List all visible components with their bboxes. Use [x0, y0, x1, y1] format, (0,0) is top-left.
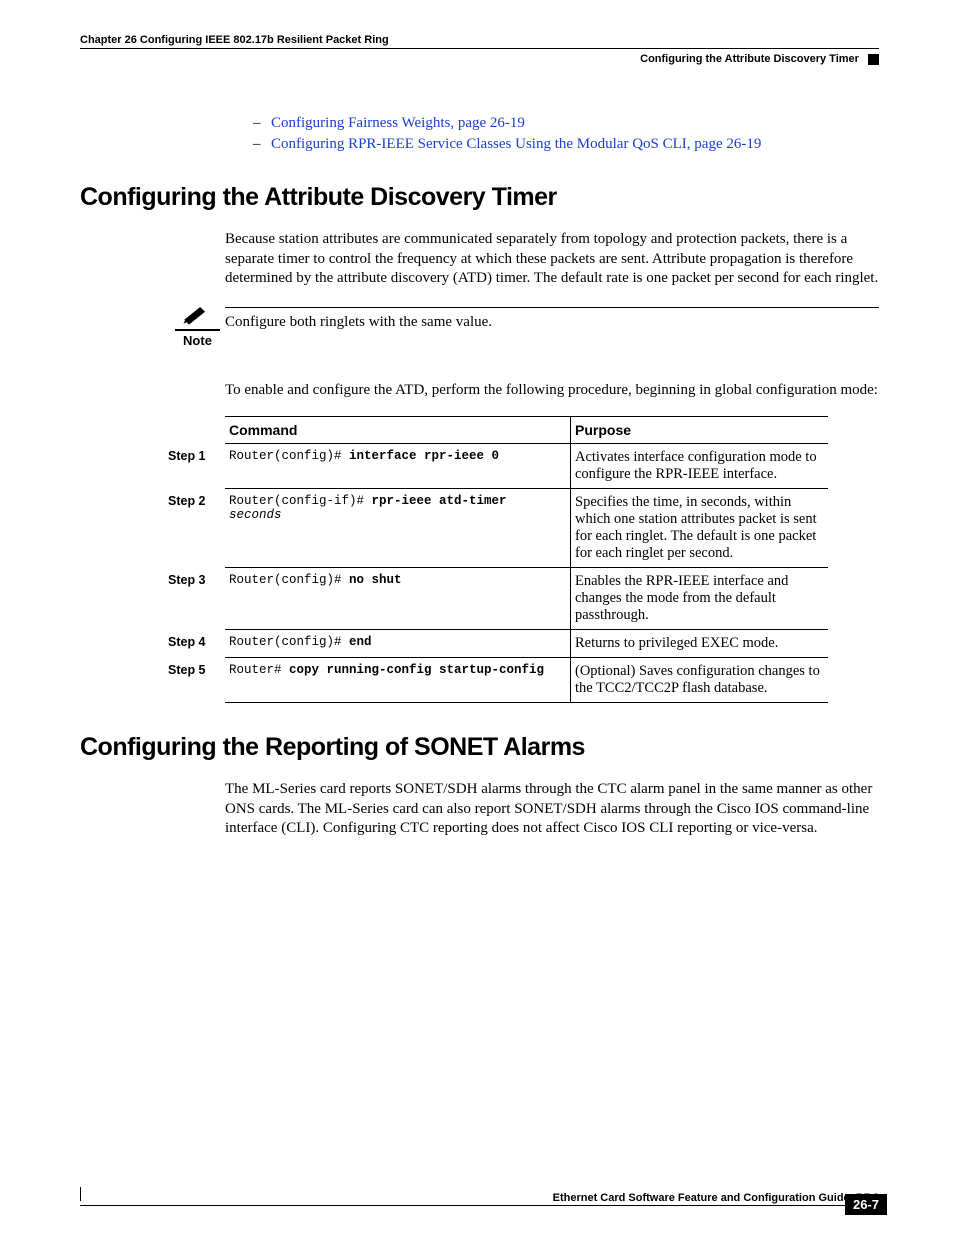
command-cell: Router(config-if)# rpr-ieee atd-timer se…	[225, 489, 571, 568]
command-table: Command Purpose Step 1Router(config)# in…	[168, 416, 828, 703]
purpose-cell: Specifies the time, in seconds, within w…	[571, 489, 829, 568]
cross-reference-item: Configuring Fairness Weights, page 26-19	[225, 115, 879, 132]
step-label: Step 3	[168, 568, 225, 630]
cross-reference-link[interactable]: Configuring Fairness Weights, page 26-19	[271, 115, 525, 131]
step-label: Step 5	[168, 658, 225, 703]
cross-reference-link[interactable]: Configuring RPR-IEEE Service Classes Usi…	[271, 136, 761, 152]
section1-para2: To enable and configure the ATD, perform…	[225, 381, 879, 401]
purpose-cell: (Optional) Saves configuration changes t…	[571, 658, 829, 703]
section1-para1: Because station attributes are communica…	[225, 230, 879, 289]
table-row: Step 4Router(config)# endReturns to priv…	[168, 630, 828, 658]
note-pencil-icon	[181, 307, 215, 329]
command-cell: Router(config)# no shut	[225, 568, 571, 630]
purpose-cell: Enables the RPR-IEEE interface and chang…	[571, 568, 829, 630]
note-label: Note	[175, 333, 220, 348]
section2-para1: The ML-Series card reports SONET/SDH ala…	[225, 780, 879, 839]
section-heading-sonet: Configuring the Reporting of SONET Alarm…	[80, 733, 879, 762]
cross-reference-item: Configuring RPR-IEEE Service Classes Usi…	[225, 136, 879, 153]
step-label: Step 1	[168, 444, 225, 489]
step-label: Step 2	[168, 489, 225, 568]
table-header-purpose: Purpose	[571, 417, 829, 444]
command-cell: Router(config)# interface rpr-ieee 0	[225, 444, 571, 489]
command-cell: Router# copy running-config startup-conf…	[225, 658, 571, 703]
header-rule	[80, 48, 879, 49]
header-block-icon	[868, 54, 879, 65]
purpose-cell: Returns to privileged EXEC mode.	[571, 630, 829, 658]
table-row: Step 2Router(config-if)# rpr-ieee atd-ti…	[168, 489, 828, 568]
table-row: Step 1Router(config)# interface rpr-ieee…	[168, 444, 828, 489]
cross-reference-list: Configuring Fairness Weights, page 26-19…	[225, 115, 879, 153]
step-label: Step 4	[168, 630, 225, 658]
note-text: Configure both ringlets with the same va…	[225, 307, 879, 331]
running-header-section: Configuring the Attribute Discovery Time…	[80, 53, 879, 65]
section-heading-atd: Configuring the Attribute Discovery Time…	[80, 183, 879, 212]
footer-doc-title: Ethernet Card Software Feature and Confi…	[545, 1192, 879, 1204]
table-row: Step 3Router(config)# no shutEnables the…	[168, 568, 828, 630]
running-header-chapter: Chapter 26 Configuring IEEE 802.17b Resi…	[80, 34, 879, 46]
note-icon-column: Note	[175, 307, 220, 348]
command-cell: Router(config)# end	[225, 630, 571, 658]
table-row: Step 5Router# copy running-config startu…	[168, 658, 828, 703]
table-header-command: Command	[225, 417, 571, 444]
page-number: 26-7	[845, 1194, 887, 1215]
running-header-section-text: Configuring the Attribute Discovery Time…	[640, 53, 859, 65]
purpose-cell: Activates interface configuration mode t…	[571, 444, 829, 489]
